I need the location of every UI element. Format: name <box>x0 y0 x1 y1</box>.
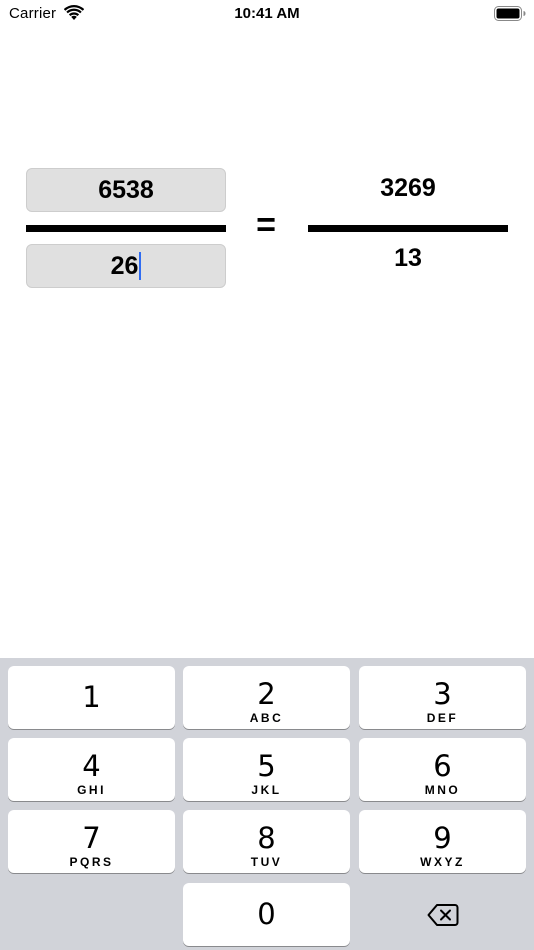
key-9[interactable]: 9 WXYZ <box>359 810 526 873</box>
key-1[interactable]: 1 <box>8 666 175 729</box>
result-denominator: 13 <box>394 244 422 272</box>
key-digit: 2 <box>257 677 276 711</box>
key-6[interactable]: 6 MNO <box>359 738 526 801</box>
key-4[interactable]: 4 GHI <box>8 738 175 801</box>
key-3[interactable]: 3 DEF <box>359 666 526 729</box>
key-digit: 1 <box>82 680 101 714</box>
key-letters: PQRS <box>69 855 114 869</box>
key-digit: 7 <box>82 821 101 855</box>
status-time: 10:41 AM <box>234 5 300 22</box>
key-letters: TUV <box>250 855 283 869</box>
key-2[interactable]: 2 ABC <box>183 666 350 729</box>
key-letters: WXYZ <box>420 855 465 869</box>
key-digit: 6 <box>433 749 452 783</box>
key-digit: 5 <box>257 749 276 783</box>
key-letters: ABC <box>249 711 284 725</box>
delete-key[interactable] <box>359 883 526 946</box>
key-digit: 4 <box>82 749 101 783</box>
text-caret <box>139 252 142 280</box>
key-digit: 0 <box>257 897 276 931</box>
result-numerator: 3269 <box>380 174 436 202</box>
backspace-icon <box>427 903 458 926</box>
equals-sign: = <box>256 206 276 244</box>
key-letters: MNO <box>424 783 461 797</box>
denominator-value: 26 <box>110 251 139 280</box>
key-letters: DEF <box>426 711 459 725</box>
key-7[interactable]: 7 PQRS <box>8 810 175 873</box>
numerator-input[interactable]: 6538 <box>26 168 226 212</box>
input-fraction-bar <box>26 225 226 232</box>
screen: Carrier 10:41 AM 6538 26 = 3269 13 1 2 A… <box>0 0 534 950</box>
status-bar: Carrier 10:41 AM <box>0 0 534 28</box>
denominator-input[interactable]: 26 <box>26 244 226 288</box>
key-digit: 8 <box>257 821 276 855</box>
result-fraction-bar <box>308 225 508 232</box>
battery-icon <box>494 6 526 21</box>
key-letters: JKL <box>251 783 282 797</box>
key-5[interactable]: 5 JKL <box>183 738 350 801</box>
key-letters: GHI <box>77 783 106 797</box>
key-digit: 9 <box>433 821 452 855</box>
key-digit: 3 <box>433 677 452 711</box>
number-keypad: 1 2 ABC 3 DEF 4 GHI 5 JKL 6 MNO 7 PQRS 8… <box>0 658 534 950</box>
numerator-value: 6538 <box>98 175 154 204</box>
key-0[interactable]: 0 <box>183 883 350 946</box>
key-8[interactable]: 8 TUV <box>183 810 350 873</box>
